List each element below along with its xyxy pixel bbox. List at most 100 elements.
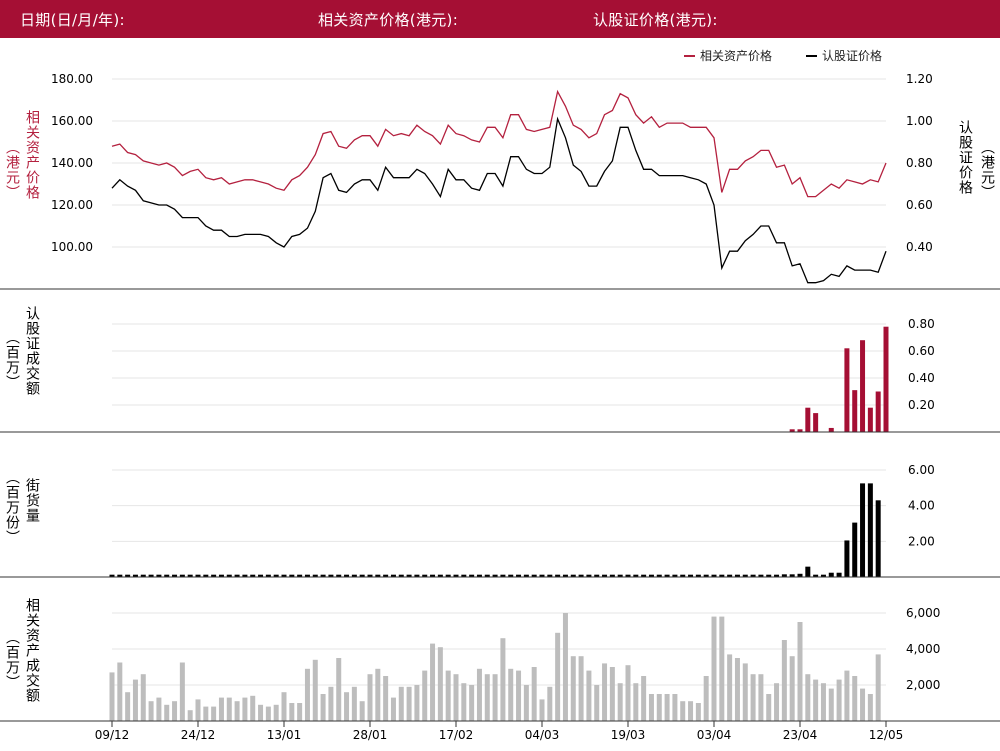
x-tick-label: 04/03 bbox=[525, 728, 560, 742]
asset-turnover-bar bbox=[226, 697, 232, 721]
y-right-tick-label: 4.00 bbox=[908, 499, 935, 513]
asset-turnover-bar bbox=[703, 676, 709, 721]
asset-turnover-bar bbox=[109, 672, 115, 721]
asset-turnover-bar bbox=[602, 663, 608, 721]
asset-turnover-bar bbox=[289, 703, 295, 721]
header-bar: 日期(日/月/年): 相关资产价格(港元): 认股证价格(港元): bbox=[0, 0, 1000, 38]
asset-turnover-bar bbox=[367, 674, 373, 721]
y-left-tick-label: 140.00 bbox=[51, 156, 93, 170]
asset-turnover-bar bbox=[633, 683, 639, 721]
y-right-tick-label: 0.60 bbox=[906, 198, 933, 212]
asset-turnover-bar bbox=[594, 685, 600, 721]
asset-turnover-bar bbox=[500, 638, 506, 721]
y-right-tick-label: 0.40 bbox=[906, 240, 933, 254]
y-right-tick-label: 0.60 bbox=[908, 344, 935, 358]
asset-turnover-bar bbox=[320, 694, 326, 721]
asset-turnover-bar bbox=[195, 699, 201, 721]
asset-turnover-bar bbox=[132, 679, 138, 721]
warrant-turnover-bar bbox=[805, 407, 811, 432]
asset-turnover-bar bbox=[695, 703, 701, 721]
asset-turnover-bar bbox=[406, 686, 412, 721]
y-right-tick-label: 6.00 bbox=[908, 463, 935, 477]
outstanding-bar bbox=[828, 572, 834, 577]
asset-turnover-bar bbox=[281, 692, 287, 721]
x-tick-label: 12/05 bbox=[869, 728, 904, 742]
asset-turnover-bar bbox=[179, 662, 185, 721]
x-tick-label: 23/04 bbox=[783, 728, 818, 742]
chart-canvas: 100.00 120.00 140.00 160.00 180.00 0.40 0.60 0.… bbox=[0, 48, 1000, 742]
asset-turnover-bar bbox=[727, 654, 733, 721]
asset-turnover-bar bbox=[312, 659, 318, 721]
asset-turnover-bar bbox=[148, 701, 154, 721]
asset-turnover-bar bbox=[578, 656, 584, 721]
asset-turnover-bar bbox=[375, 668, 381, 721]
y-right-tick-label: 6,000 bbox=[906, 606, 940, 620]
outstanding-bar bbox=[867, 483, 873, 577]
warrant-turnover-bar bbox=[867, 407, 873, 432]
warrant-price-line bbox=[111, 116, 887, 284]
asset-turnover-bar bbox=[813, 679, 819, 721]
warrant-turnover-bar bbox=[844, 348, 850, 432]
y-left-tick-label: 120.00 bbox=[51, 198, 93, 212]
x-tick-label: 09/12 bbox=[95, 728, 130, 742]
asset-turnover-bar bbox=[586, 670, 592, 721]
asset-turnover-bar bbox=[797, 622, 803, 721]
asset-turnover-bar bbox=[344, 692, 350, 721]
asset-turnover-bar bbox=[680, 701, 686, 721]
legend-label: 相关资产价格 bbox=[700, 48, 772, 63]
asset-turnover-bar bbox=[336, 658, 342, 721]
asset-turnover-bar bbox=[656, 694, 662, 721]
asset-turnover-bar bbox=[758, 674, 764, 721]
asset-turnover-bar bbox=[531, 667, 537, 721]
y-right-tick-label: 2.00 bbox=[908, 534, 935, 548]
asset-turnover-bar bbox=[508, 668, 514, 721]
asset-turnover-bar bbox=[242, 697, 248, 721]
asset-turnover-bar bbox=[211, 706, 217, 721]
asset-turnover-bar bbox=[852, 676, 858, 721]
asset-turnover-bar bbox=[781, 640, 787, 721]
y-right-tick-label: 4,000 bbox=[906, 642, 940, 656]
date-label: 日期(日/月/年): bbox=[20, 11, 125, 29]
y-right-tick-label: 0.40 bbox=[908, 371, 935, 385]
asset-turnover-bar bbox=[672, 694, 678, 721]
asset-turnover-bar bbox=[164, 704, 170, 721]
asset-turnover-bar bbox=[218, 697, 224, 721]
asset-turnover-bar bbox=[625, 665, 631, 721]
asset-turnover-bar bbox=[570, 656, 576, 721]
asset-turnover-bar bbox=[422, 670, 428, 721]
asset-turnover-bar bbox=[484, 674, 490, 721]
y-left-tick-label: 160.00 bbox=[51, 114, 93, 128]
asset-turnover-bar bbox=[273, 704, 279, 721]
warrant-turnover-bar bbox=[860, 340, 866, 432]
warrant-price-label: 认股证价格(港元): bbox=[593, 11, 718, 29]
asset-turnover-bar bbox=[774, 683, 780, 721]
warrant-turnover-bar bbox=[883, 326, 889, 432]
asset-turnover-bar bbox=[688, 701, 694, 721]
asset-turnover-bar bbox=[117, 662, 123, 721]
x-tick-label: 19/03 bbox=[611, 728, 646, 742]
legend-label: 认股证价格 bbox=[822, 48, 882, 63]
asset-turnover-bar bbox=[875, 654, 881, 721]
asset-turnover-bar bbox=[398, 686, 404, 721]
asset-turnover-bar bbox=[328, 686, 334, 721]
y-right-tick-label: 2,000 bbox=[906, 678, 940, 692]
x-tick-label: 13/01 bbox=[267, 728, 302, 742]
asset-turnover-bar bbox=[734, 658, 740, 721]
warrant-turnover-bar bbox=[875, 391, 881, 432]
asset-turnover-bar bbox=[836, 679, 842, 721]
asset-turnover-bar bbox=[304, 668, 310, 721]
outstanding-bar bbox=[844, 540, 850, 577]
outstanding-bar bbox=[852, 522, 858, 577]
asset-turnover-bar bbox=[187, 710, 193, 721]
y-right-tick-label: 1.00 bbox=[906, 114, 933, 128]
asset-turnover-bar bbox=[445, 670, 451, 721]
x-tick-label: 28/01 bbox=[353, 728, 388, 742]
asset-turnover-bar bbox=[828, 688, 834, 721]
asset-turnover-bar bbox=[234, 701, 240, 721]
y-right-tick-label: 0.80 bbox=[908, 317, 935, 331]
asset-turnover-bar bbox=[430, 643, 436, 721]
asset-turnover-bar bbox=[860, 688, 866, 721]
x-tick-label: 24/12 bbox=[181, 728, 216, 742]
asset-turnover-bar bbox=[351, 686, 357, 721]
y-right-tick-label: 0.80 bbox=[906, 156, 933, 170]
